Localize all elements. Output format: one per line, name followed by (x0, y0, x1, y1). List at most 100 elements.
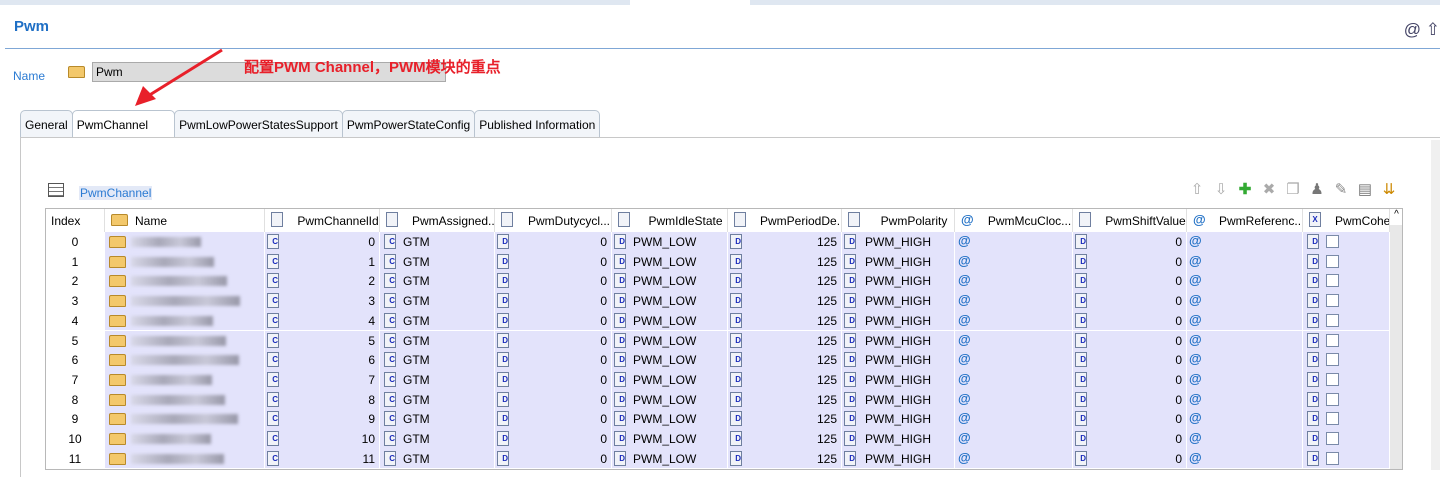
table-row[interactable]: 6 C 6 C GTM D 0 D PWM_LOW D 125 D PWM_HIGH @ D 0 @ D (46, 350, 1390, 370)
tab-published-information[interactable]: Published Information (474, 110, 601, 138)
assigned-cell: GTM (403, 294, 430, 309)
column-header-4[interactable]: PwmDutycycl... (495, 209, 612, 232)
redacted-name (131, 453, 224, 464)
shift-value-cell: 0 (1175, 235, 1182, 249)
table-row[interactable]: 11 C 11 C GTM D 0 D PWM_LOW D 125 D PWM_HIGH @ D 0 @ D (46, 448, 1390, 469)
column-header-3[interactable]: PwmAssigned... (380, 209, 495, 232)
default-reference-icon: @ (958, 410, 971, 426)
doc-icon (1079, 212, 1091, 227)
column-header-1[interactable]: Name (105, 209, 265, 232)
default-value-icon: D (844, 332, 856, 348)
column-header-5[interactable]: PwmIdleState (612, 209, 728, 232)
user-icon[interactable]: ♟ (1308, 180, 1326, 198)
default-reference-icon: @ (1189, 410, 1202, 426)
column-header-11[interactable]: PwmCohe X (1303, 209, 1390, 232)
index-cell: 4 (71, 313, 79, 328)
table-row[interactable]: 2 C 2 C GTM D 0 D PWM_LOW D 125 D PWM_HIGH @ D 0 @ D (46, 271, 1390, 292)
idle-state-cell: PWM_LOW (633, 432, 697, 446)
column-header-6[interactable]: PwmPeriodDe... (728, 209, 842, 232)
coherent-checkbox[interactable] (1326, 372, 1339, 386)
assigned-cell: GTM (403, 412, 430, 427)
coherent-checkbox[interactable] (1326, 313, 1339, 327)
delete-icon[interactable]: ✖ (1260, 180, 1278, 198)
add-icon[interactable]: ✚ (1236, 180, 1254, 198)
coherent-checkbox[interactable] (1326, 353, 1339, 367)
index-cell: 3 (71, 294, 79, 309)
coherent-checkbox[interactable] (1326, 412, 1339, 426)
section-title: PwmChannel (79, 186, 153, 200)
dutycycle-cell: 0 (600, 235, 607, 249)
column-header-9[interactable]: PwmShiftValue (1073, 209, 1187, 232)
channel-id-cell: 9 (368, 412, 375, 427)
import-icon[interactable]: ⇊ (1380, 180, 1398, 198)
default-value-icon: D (614, 234, 626, 249)
assigned-cell: GTM (403, 353, 430, 368)
channel-id-cell: 5 (368, 333, 375, 348)
config-value-icon: C (384, 312, 396, 328)
table-scrollbar[interactable]: ^ (1390, 209, 1402, 469)
table-row[interactable]: 4 C 4 C GTM D 0 D PWM_LOW D 125 D PWM_HIGH @ D 0 @ D (46, 310, 1390, 331)
coherent-checkbox[interactable] (1326, 274, 1339, 288)
coherent-checkbox[interactable] (1326, 254, 1339, 268)
idle-state-cell: PWM_LOW (633, 372, 697, 387)
default-reference-icon: @ (958, 370, 971, 386)
config-value-icon: C (267, 332, 279, 348)
column-header-8[interactable]: PwmMcuCloc... @ (955, 209, 1073, 232)
shift-value-cell: 0 (1175, 432, 1182, 446)
column-header-0[interactable]: Index (46, 209, 105, 232)
period-cell: 125 (816, 333, 837, 348)
column-header-7[interactable]: PwmPolarity (842, 209, 955, 232)
index-cell: 9 (71, 412, 79, 427)
at-icon[interactable]: @ (1404, 20, 1421, 39)
table-row[interactable]: 10 C 10 C GTM D 0 D PWM_LOW D 125 D PWM_HIGH @ D 0 @ D (46, 429, 1390, 449)
dutycycle-cell: 0 (600, 412, 607, 427)
table-row[interactable]: 5 C 5 C GTM D 0 D PWM_LOW D 125 D PWM_HIGH @ D 0 @ D (46, 330, 1390, 351)
column-header-label: Name (135, 214, 168, 228)
config-value-icon: C (267, 273, 279, 289)
assigned-cell: GTM (403, 392, 430, 407)
table-row[interactable]: 7 C 7 C GTM D 0 D PWM_LOW D 125 D PWM_HIGH @ D 0 @ D (46, 369, 1390, 390)
page-scrollbar[interactable] (1431, 140, 1440, 470)
redacted-name (131, 237, 201, 247)
table-row[interactable]: 9 C 9 C GTM D 0 D PWM_LOW D 125 D PWM_HIGH @ D 0 @ D (46, 409, 1390, 429)
tab-pwmchannel[interactable]: PwmChannel (71, 110, 176, 138)
coherent-checkbox[interactable] (1326, 235, 1339, 248)
coherent-checkbox[interactable] (1326, 451, 1339, 465)
dutycycle-cell: 0 (600, 451, 607, 466)
config-value-icon: C (384, 293, 396, 309)
table-row[interactable]: 0 C 0 C GTM D 0 D PWM_LOW D 125 D PWM_HIGH @ D 0 @ D (46, 232, 1390, 252)
shift-value-cell: 0 (1175, 313, 1182, 328)
channel-id-cell: 3 (368, 294, 375, 309)
tab-pwmlowpowerstatessupport[interactable]: PwmLowPowerStatesSupport (174, 110, 343, 138)
polarity-cell: PWM_HIGH (865, 254, 931, 269)
period-cell: 125 (816, 372, 837, 387)
coherent-checkbox[interactable] (1326, 432, 1339, 445)
redacted-name (131, 434, 211, 444)
table-row[interactable]: 8 C 8 C GTM D 0 D PWM_LOW D 125 D PWM_HIGH @ D 0 @ D (46, 389, 1390, 410)
dutycycle-cell: 0 (600, 254, 607, 269)
tab-pwmpowerstateconfig[interactable]: PwmPowerStateConfig (341, 110, 476, 138)
table-icon (48, 183, 64, 197)
polarity-cell: PWM_HIGH (865, 235, 931, 249)
up-icon[interactable]: ⇧ (1426, 20, 1440, 39)
coherent-checkbox[interactable] (1326, 392, 1339, 406)
tab-general[interactable]: General (20, 110, 73, 138)
coherent-checkbox[interactable] (1326, 333, 1339, 347)
default-value-icon: D (844, 391, 856, 407)
table-row[interactable]: 1 C 1 C GTM D 0 D PWM_LOW D 125 D PWM_HIGH @ D 0 @ D (46, 251, 1390, 272)
index-cell: 8 (71, 392, 79, 407)
scroll-up-icon[interactable]: ^ (1390, 209, 1402, 225)
table-edit-icon[interactable]: ▤ (1356, 180, 1374, 198)
copy-icon[interactable]: ❐ (1284, 180, 1302, 198)
move-up-icon[interactable]: ⇧ (1188, 180, 1206, 198)
dutycycle-cell: 0 (600, 294, 607, 309)
coherent-checkbox[interactable] (1326, 294, 1339, 308)
default-value-icon: D (730, 391, 742, 407)
edit-icon[interactable]: ✎ (1332, 180, 1350, 198)
idle-state-cell: PWM_LOW (633, 333, 697, 348)
column-header-2[interactable]: PwmChannelId (265, 209, 380, 232)
move-down-icon[interactable]: ⇩ (1212, 180, 1230, 198)
default-value-icon: D (844, 450, 856, 466)
column-header-10[interactable]: PwmReferenc... @ (1187, 209, 1303, 232)
table-row[interactable]: 3 C 3 C GTM D 0 D PWM_LOW D 125 D PWM_HIGH @ D 0 @ D (46, 291, 1390, 311)
